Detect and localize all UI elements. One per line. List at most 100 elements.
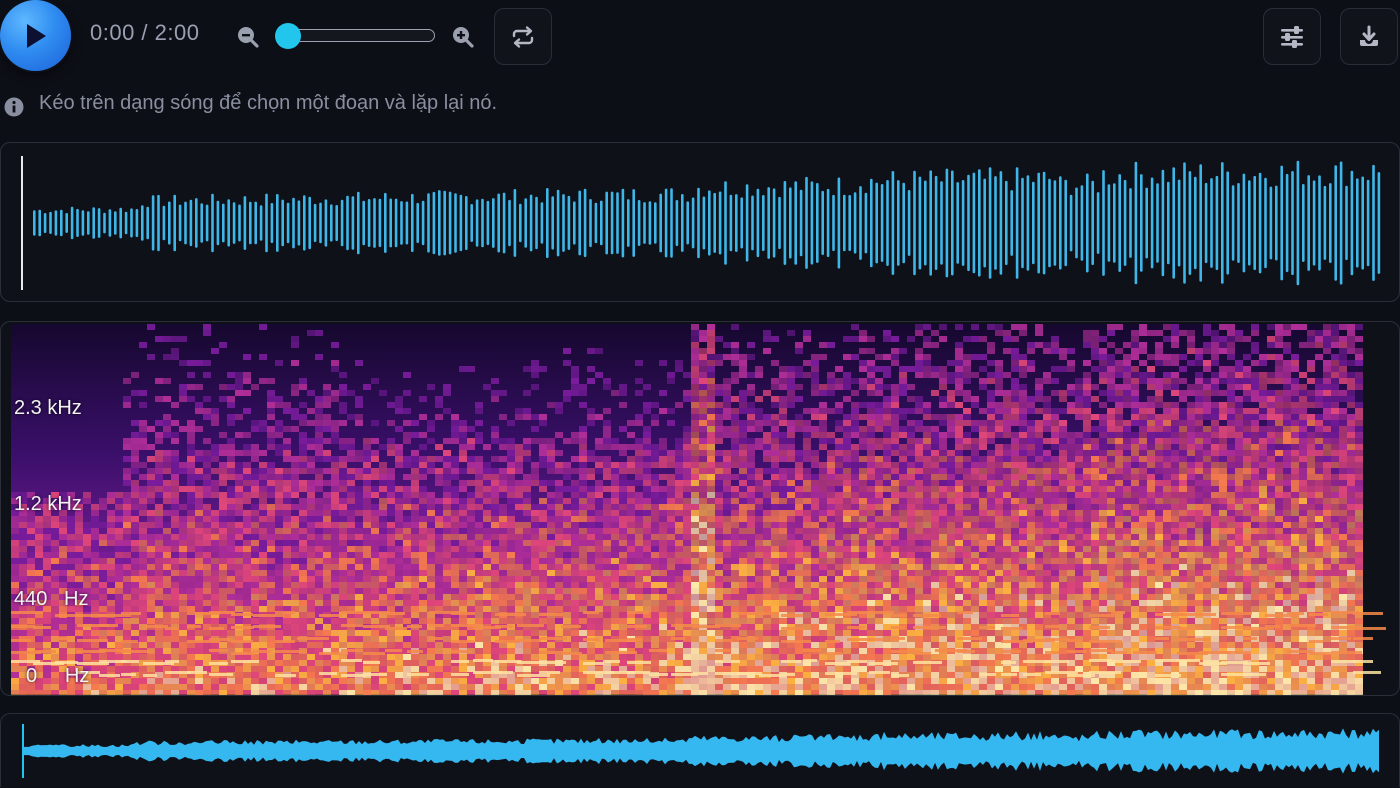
- spectrogram-cell: [387, 582, 395, 588]
- spectrogram-cell: [459, 654, 467, 660]
- waveform-bar: [1086, 174, 1089, 273]
- spectrogram-cell: [531, 462, 539, 468]
- spectrogram-cell: [851, 642, 859, 648]
- spectrogram-cell: [139, 390, 147, 396]
- spectrogram-cell: [523, 438, 531, 444]
- spectrogram-cell: [251, 618, 259, 624]
- spectrogram-cell: [395, 642, 403, 648]
- playhead-cursor[interactable]: [21, 156, 23, 290]
- spectrogram-cell: [827, 468, 835, 474]
- spectrogram-cell: [267, 642, 275, 648]
- spectrogram-cell: [371, 690, 379, 696]
- spectrogram-cell: [827, 558, 835, 564]
- spectrogram-cell: [571, 552, 579, 558]
- spectrogram-cell: [635, 516, 643, 522]
- spectrogram-cell: [115, 594, 123, 600]
- spectrogram-cell: [819, 498, 827, 504]
- spectrogram-cell: [123, 564, 131, 570]
- spectrogram-cell: [515, 504, 523, 510]
- spectrogram-cell: [843, 510, 851, 516]
- spectrogram-cell: [307, 582, 315, 588]
- spectrogram-cell: [443, 558, 451, 564]
- spectrogram-cell: [651, 636, 659, 642]
- spectrogram-cell: [475, 594, 483, 600]
- spectrogram-cell: [851, 450, 859, 456]
- spectrogram-cell: [347, 444, 355, 450]
- waveform-bar: [136, 209, 139, 237]
- spectrogram-cell: [115, 534, 123, 540]
- loop-button[interactable]: [494, 8, 552, 65]
- download-button[interactable]: [1340, 8, 1398, 65]
- waveform-bar: [1064, 180, 1067, 266]
- spectrogram-cell: [59, 546, 67, 552]
- spectrogram-cell: [539, 444, 547, 450]
- spectrogram-cell: [179, 654, 187, 660]
- zoom-out-icon[interactable]: [236, 25, 260, 49]
- spectrogram-cell: [387, 654, 395, 660]
- spectrogram-cell: [171, 468, 179, 474]
- spectrogram-cell: [99, 630, 107, 636]
- spectrogram-cell: [139, 594, 147, 600]
- spectrogram-cell: [35, 570, 43, 576]
- spectrogram-cell: [827, 684, 835, 690]
- waveform-bar: [730, 195, 733, 252]
- spectrogram-cell: [307, 516, 315, 522]
- spectrogram-cell: [131, 666, 139, 672]
- waveform[interactable]: [1, 143, 1400, 303]
- spectrogram[interactable]: [1, 322, 1400, 696]
- spectrogram-cell: [643, 510, 651, 516]
- spectrogram-cell: [131, 450, 139, 456]
- spectrogram-cell: [299, 456, 307, 462]
- play-button[interactable]: [0, 0, 71, 71]
- spectrogram-cell: [627, 558, 635, 564]
- spectrogram-cell: [819, 468, 827, 474]
- spectrogram-cell: [147, 474, 155, 480]
- spectrogram-cell: [171, 516, 179, 522]
- spectrogram-cell: [723, 432, 731, 438]
- spectrogram-cell: [107, 492, 115, 498]
- spectrogram-cell: [35, 576, 43, 582]
- spectrogram-cell: [435, 396, 443, 402]
- spectrogram-cell: [843, 684, 851, 690]
- spectrogram-cell: [747, 492, 755, 498]
- spectrogram-panel[interactable]: 2.3 kHz 1.2 kHz 440 Hz 0 Hz: [0, 321, 1400, 696]
- waveform-bar: [573, 201, 576, 244]
- spectrogram-cell: [619, 600, 627, 606]
- spectrogram-cell: [635, 528, 643, 534]
- spectrogram-cell: [163, 492, 171, 498]
- spectrogram-cell: [171, 456, 179, 462]
- zoom-slider-thumb[interactable]: [275, 23, 301, 49]
- spectrogram-cell: [267, 594, 275, 600]
- spectrogram-cell: [179, 360, 187, 366]
- spectrogram-cell: [147, 564, 155, 570]
- spectrogram-cell: [187, 558, 195, 564]
- spectrogram-cell: [811, 678, 819, 684]
- spectrogram-cell: [803, 606, 811, 612]
- spectrogram-cell: [547, 498, 555, 504]
- spectrogram-cell: [803, 630, 811, 636]
- waveform-bar: [1032, 182, 1035, 264]
- spectrogram-cell: [283, 474, 291, 480]
- spectrogram-cell: [723, 468, 731, 474]
- spectrogram-cell: [779, 432, 787, 438]
- spectrogram-cell: [699, 528, 707, 534]
- spectrogram-cell: [195, 678, 203, 684]
- waveform-panel[interactable]: [0, 142, 1400, 302]
- spectrogram-cell: [315, 480, 323, 486]
- spectrogram-cell: [211, 420, 219, 426]
- zoom-slider[interactable]: [277, 27, 435, 44]
- spectrogram-cell: [291, 522, 299, 528]
- spectrogram-cell: [443, 522, 451, 528]
- spectrogram-cell: [323, 384, 331, 390]
- spectrogram-cell: [107, 600, 115, 606]
- spectrogram-cell: [675, 366, 683, 372]
- waveform-bar: [433, 192, 436, 254]
- spectrogram-cell: [259, 636, 267, 642]
- spectrogram-cell: [459, 558, 467, 564]
- spectrogram-cell: [339, 438, 347, 444]
- spectrogram-cell: [731, 378, 739, 384]
- zoom-in-icon[interactable]: [451, 25, 475, 49]
- spectrogram-cell: [755, 396, 763, 402]
- settings-button[interactable]: [1263, 8, 1321, 65]
- waveform-bar: [49, 212, 52, 234]
